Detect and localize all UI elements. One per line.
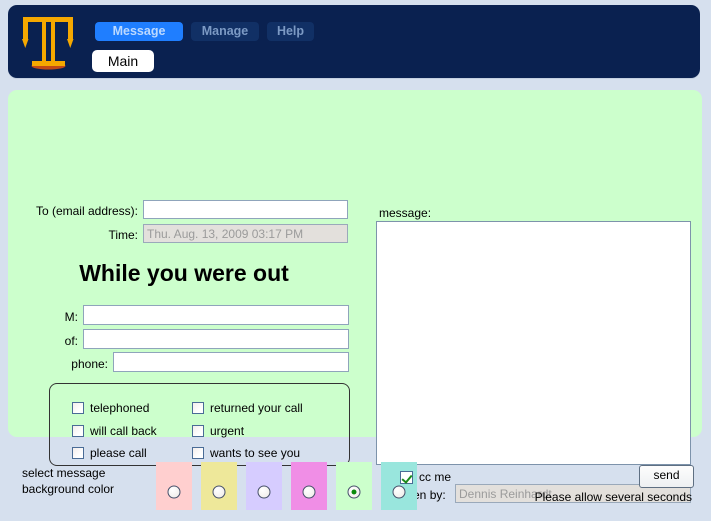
checkbox-returned-your-call[interactable] — [192, 402, 204, 414]
radio-yellow[interactable] — [212, 485, 226, 499]
checkbox-urgent[interactable] — [192, 425, 204, 437]
of-company-input[interactable] — [83, 329, 349, 349]
radio-magenta[interactable] — [302, 485, 316, 499]
checkbox-label-telephoned: telephoned — [90, 401, 150, 415]
radio-green[interactable] — [347, 485, 361, 499]
color-swatch-lavender[interactable] — [246, 462, 282, 510]
torii-t-logo — [17, 11, 79, 73]
send-button[interactable]: send — [639, 465, 694, 488]
message-field-label: message: — [379, 206, 432, 220]
m-field-label: M: — [64, 310, 78, 324]
checkbox-label-returned-your-call: returned your call — [210, 401, 303, 415]
checkbox-row-urgent[interactable]: urgent — [192, 424, 244, 438]
background-color-swatch-group — [156, 462, 417, 510]
background-color-label: select message background color — [22, 465, 172, 497]
header-bar: Message Manage Help Main — [8, 5, 700, 78]
of-field-label: of: — [64, 334, 78, 348]
send-note: Please allow several seconds — [534, 490, 692, 504]
page-title: While you were out — [79, 260, 289, 286]
cc-me-checkbox[interactable] — [400, 470, 413, 484]
message-textarea[interactable] — [376, 221, 691, 465]
m-name-input[interactable] — [83, 305, 349, 325]
checkbox-will-call-back[interactable] — [72, 425, 84, 437]
to-field-label: To (email address): — [35, 204, 138, 218]
cc-me-label: cc me — [419, 470, 452, 484]
phone-input[interactable] — [113, 352, 349, 372]
time-display-input — [143, 224, 348, 243]
phone-field-label: phone: — [71, 357, 108, 371]
checkbox-row-returned-your-call[interactable]: returned your call — [192, 401, 303, 415]
nav-tab-manage[interactable]: Manage — [191, 22, 259, 41]
background-color-label-line2: background color — [22, 482, 115, 496]
checkbox-label-will-call-back: will call back — [90, 424, 157, 438]
color-swatch-pink[interactable] — [156, 462, 192, 510]
nav-tab-message[interactable]: Message — [95, 22, 183, 41]
color-swatch-yellow[interactable] — [201, 462, 237, 510]
color-swatch-green[interactable] — [336, 462, 372, 510]
checkbox-label-urgent: urgent — [210, 424, 245, 438]
nav-tab-help[interactable]: Help — [267, 22, 314, 41]
footer-bar: select message background color — [0, 437, 711, 521]
radio-lavender[interactable] — [257, 485, 271, 499]
time-field-label: Time: — [108, 228, 138, 242]
radio-pink[interactable] — [167, 485, 181, 499]
cc-me-row[interactable]: cc me — [400, 470, 451, 484]
message-form-panel: To (email address): Time: While you were… — [8, 90, 702, 503]
background-color-label-line1: select message — [22, 466, 106, 480]
checkbox-telephoned[interactable] — [72, 402, 84, 414]
checkbox-row-telephoned[interactable]: telephoned — [72, 401, 149, 415]
checkbox-row-will-call-back[interactable]: will call back — [72, 424, 157, 438]
subnav-tab-main[interactable]: Main — [92, 50, 154, 72]
to-email-input[interactable] — [143, 200, 348, 219]
color-swatch-magenta[interactable] — [291, 462, 327, 510]
